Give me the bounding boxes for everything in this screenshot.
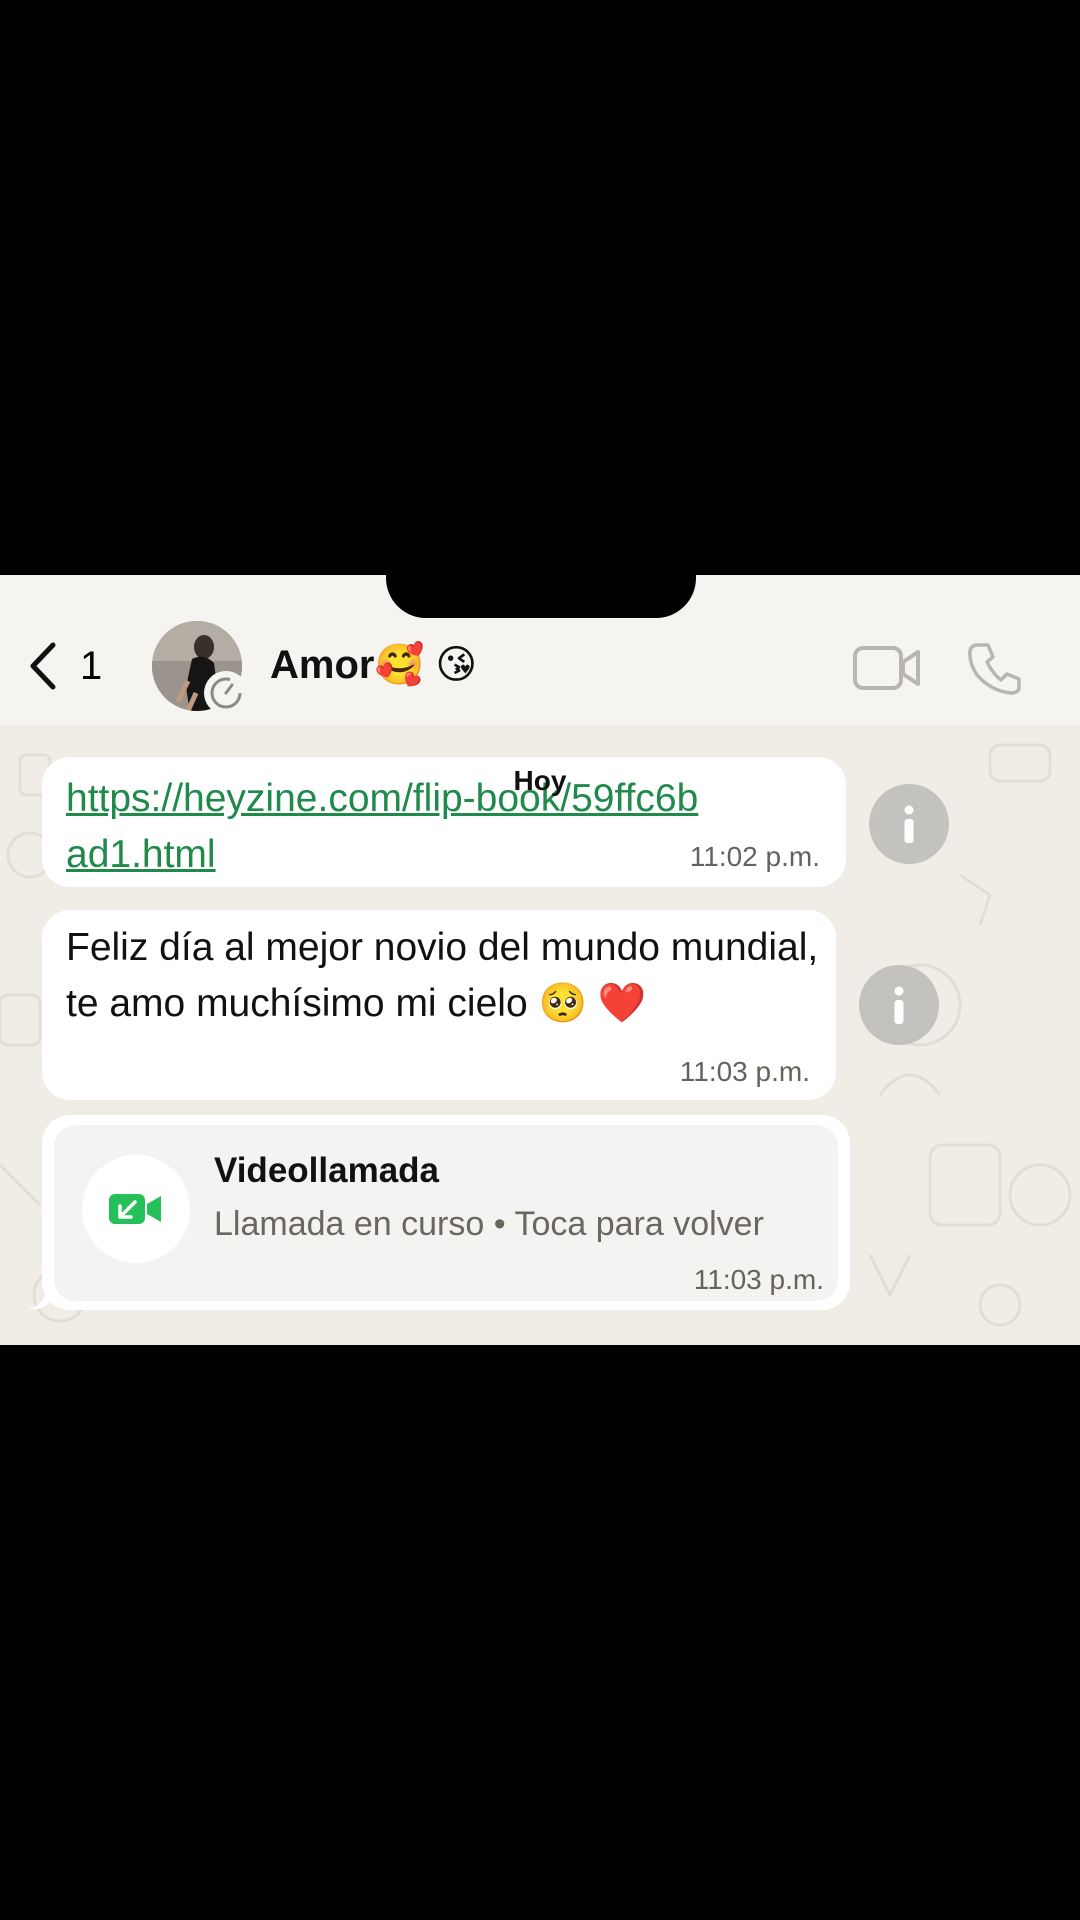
message-bubble-link[interactable]: https://heyzine.com/flip-book/59ffc6bad1…	[42, 757, 846, 887]
contact-name[interactable]: Amor🥰 😘	[270, 641, 477, 688]
video-call-icon	[853, 646, 920, 690]
video-call-button[interactable]	[852, 643, 922, 698]
message-link[interactable]: https://heyzine.com/flip-book/59ffc6bad1…	[66, 771, 706, 883]
date-divider: Hoy	[513, 765, 567, 796]
call-subtitle: Llamada en curso • Toca para volver	[214, 1205, 764, 1243]
message-text: Feliz día al mejor novio del mundo mundi…	[66, 926, 819, 1025]
info-icon	[894, 986, 904, 1024]
info-button[interactable]	[869, 784, 949, 864]
info-button[interactable]	[859, 965, 939, 1045]
message-time: 11:03 p.m.	[679, 1056, 810, 1087]
chat-screen: 1 Amor🥰 😘 https://heyzine.com/flip-book/…	[0, 575, 1080, 1345]
info-icon	[904, 805, 914, 843]
message-bubble-text[interactable]: Feliz día al mejor novio del mundo mundi…	[42, 910, 836, 1100]
call-title: Videollamada	[214, 1151, 440, 1190]
chevron-left-icon	[30, 642, 56, 690]
device-notch	[386, 575, 696, 618]
message-bubble-call[interactable]: Videollamada Llamada en curso • Toca par…	[42, 1115, 850, 1310]
phone-icon	[968, 643, 1021, 695]
unread-count: 1	[80, 643, 103, 688]
incoming-video-call-icon	[109, 1194, 161, 1224]
back-button[interactable]: 1	[28, 641, 102, 691]
message-time: 11:03 p.m.	[693, 1264, 824, 1295]
call-icon-circle	[82, 1155, 190, 1263]
message-time: 11:02 p.m.	[689, 841, 820, 872]
phone-call-button[interactable]	[968, 639, 1024, 700]
status-timer-icon	[204, 671, 248, 715]
bubble-tail	[28, 1287, 50, 1310]
